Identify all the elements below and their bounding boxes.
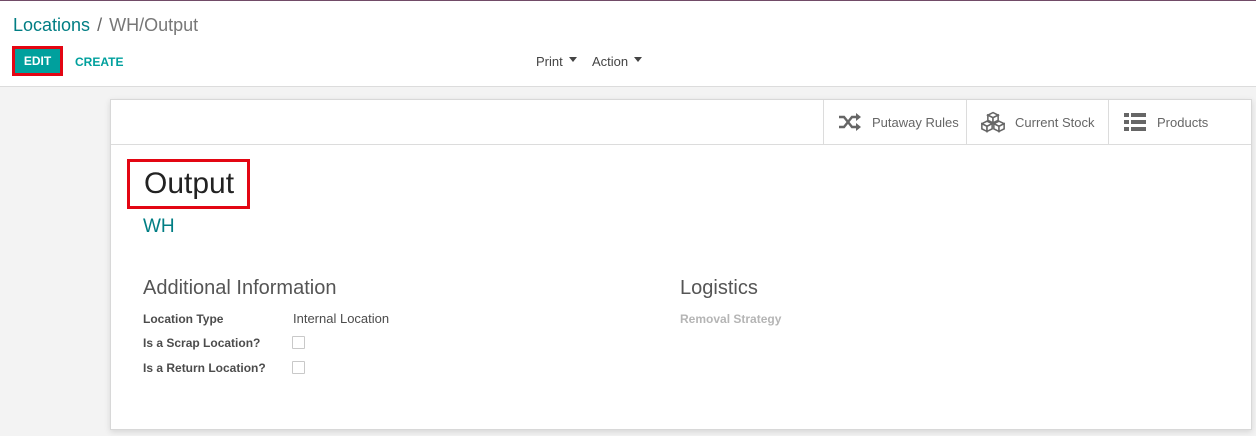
action-dropdown[interactable]: Action	[592, 54, 643, 69]
logistics-heading: Logistics	[680, 277, 758, 299]
breadcrumb: Locations / WH/Output	[13, 14, 198, 36]
breadcrumb-locations-link[interactable]: Locations	[13, 15, 90, 35]
putaway-rules-label: Putaway Rules	[872, 114, 959, 130]
caret-down-icon	[568, 57, 577, 62]
putaway-rules-button[interactable]: Putaway Rules	[823, 100, 966, 144]
current-stock-button[interactable]: Current Stock	[966, 100, 1108, 144]
breadcrumb-separator: /	[97, 15, 103, 35]
products-button[interactable]: Products	[1108, 100, 1251, 144]
shuffle-icon	[838, 111, 862, 133]
removal-strategy-label: Removal Strategy	[680, 312, 782, 326]
current-stock-label: Current Stock	[1015, 114, 1095, 130]
scrap-location-label: Is a Scrap Location?	[143, 336, 261, 350]
form-sheet: Putaway Rules Current Stock Products Out…	[110, 99, 1252, 430]
scrap-location-checkbox[interactable]	[292, 336, 305, 349]
print-dropdown[interactable]: Print	[536, 54, 577, 69]
return-location-checkbox[interactable]	[292, 361, 305, 374]
create-button[interactable]: CREATE	[75, 55, 123, 69]
additional-information-heading: Additional Information	[143, 277, 337, 299]
print-label: Print	[536, 54, 563, 69]
cubes-icon	[981, 111, 1005, 133]
caret-down-icon	[634, 57, 643, 62]
location-type-label: Location Type	[143, 312, 224, 326]
edit-button[interactable]: EDIT	[12, 46, 63, 76]
control-panel: Locations / WH/Output EDIT CREATE Print Ac…	[0, 1, 1256, 87]
location-type-value: Internal Location	[293, 311, 390, 326]
button-box: Putaway Rules Current Stock Products	[111, 100, 1251, 145]
products-label: Products	[1157, 114, 1209, 130]
action-label: Action	[592, 54, 629, 69]
list-icon	[1123, 111, 1147, 133]
return-location-label: Is a Return Location?	[143, 361, 266, 375]
breadcrumb-current: WH/Output	[109, 15, 199, 35]
record-title: Output	[127, 159, 251, 209]
parent-location-link[interactable]: WH	[143, 216, 175, 238]
